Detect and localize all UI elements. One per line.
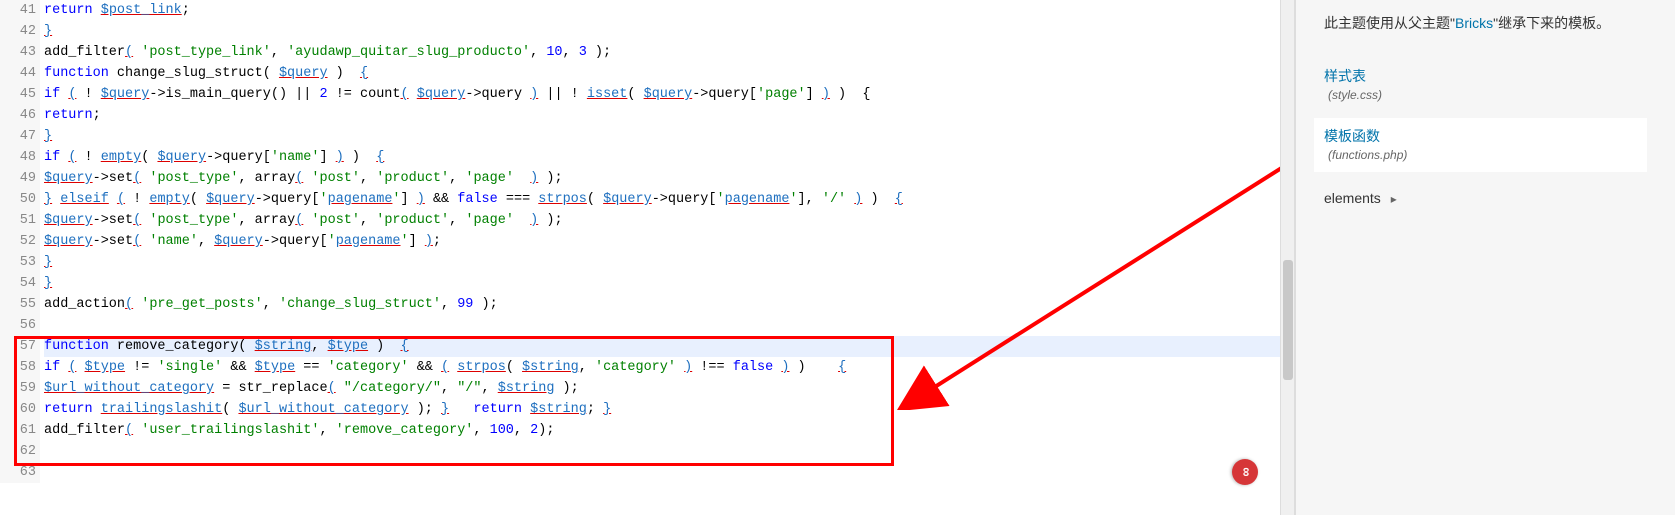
- line-number: 52: [0, 231, 36, 252]
- line-number: 41: [0, 0, 36, 21]
- parent-theme-link[interactable]: Bricks: [1455, 15, 1493, 31]
- code-line[interactable]: function change_slug_struct( $query ) {: [44, 63, 1294, 84]
- code-line[interactable]: } elseif ( ! empty( $query->query['pagen…: [44, 189, 1294, 210]
- code-line[interactable]: if ( ! $query->is_main_query() || 2 != c…: [44, 84, 1294, 105]
- line-number: 63: [0, 462, 36, 483]
- code-line[interactable]: add_filter( 'user_trailingslashit', 'rem…: [44, 420, 1294, 441]
- line-number: 50: [0, 189, 36, 210]
- code-line[interactable]: [44, 462, 1294, 483]
- code-line[interactable]: if ( $type != 'single' && $type == 'cate…: [44, 357, 1294, 378]
- line-number: 51: [0, 210, 36, 231]
- line-number: 49: [0, 168, 36, 189]
- line-number: 47: [0, 126, 36, 147]
- line-number: 53: [0, 252, 36, 273]
- line-number: 60: [0, 399, 36, 420]
- line-number: 57: [0, 336, 36, 357]
- code-line[interactable]: return trailingslashit( $url_without_cat…: [44, 399, 1294, 420]
- code-line[interactable]: }: [44, 273, 1294, 294]
- sidebar-item-functions[interactable]: 模板函数 (functions.php): [1314, 118, 1647, 172]
- line-number: 59: [0, 378, 36, 399]
- code-line[interactable]: add_action( 'pre_get_posts', 'change_slu…: [44, 294, 1294, 315]
- line-number: 56: [0, 315, 36, 336]
- line-number: 62: [0, 441, 36, 462]
- code-line[interactable]: return;: [44, 105, 1294, 126]
- code-line[interactable]: if ( ! empty( $query->query['name'] ) ) …: [44, 147, 1294, 168]
- line-number: 61: [0, 420, 36, 441]
- code-line[interactable]: function remove_category( $string, $type…: [44, 336, 1294, 357]
- line-number: 48: [0, 147, 36, 168]
- code-line[interactable]: $query->set( 'post_type', array( 'post',…: [44, 168, 1294, 189]
- theme-files-sidebar: 此主题使用从父主题"Bricks"继承下来的模板。 样式表 (style.css…: [1295, 0, 1675, 515]
- code-line[interactable]: add_filter( 'post_type_link', 'ayudawp_q…: [44, 42, 1294, 63]
- line-number-gutter: 4142434445464748495051525354555657585960…: [0, 0, 40, 483]
- sidebar-item-stylesheet[interactable]: 样式表 (style.css): [1324, 58, 1647, 112]
- editor-vertical-scrollbar[interactable]: [1280, 0, 1294, 515]
- code-line[interactable]: $query->set( 'post_type', array( 'post',…: [44, 210, 1294, 231]
- chevron-right-icon: ▸: [1391, 192, 1397, 206]
- sidebar-item-title: 样式表: [1324, 66, 1647, 86]
- code-line[interactable]: [44, 315, 1294, 336]
- code-editor-pane[interactable]: 4142434445464748495051525354555657585960…: [0, 0, 1295, 515]
- line-number: 58: [0, 357, 36, 378]
- line-number: 54: [0, 273, 36, 294]
- theme-description: 此主题使用从父主题"Bricks"继承下来的模板。: [1324, 12, 1647, 36]
- code-line[interactable]: return $post_link;: [44, 0, 1294, 21]
- elements-label: elements: [1324, 190, 1381, 206]
- infinity-icon[interactable]: ∞: [1232, 459, 1258, 485]
- code-line[interactable]: }: [44, 252, 1294, 273]
- sidebar-item-title: 模板函数: [1324, 126, 1637, 146]
- code-line[interactable]: $query->set( 'name', $query->query['page…: [44, 231, 1294, 252]
- line-number: 45: [0, 84, 36, 105]
- scrollbar-thumb[interactable]: [1283, 260, 1293, 380]
- code-line[interactable]: }: [44, 21, 1294, 42]
- sidebar-item-elements[interactable]: elements ▸: [1324, 190, 1647, 206]
- sidebar-item-meta: (style.css): [1328, 88, 1647, 102]
- code-content[interactable]: return $post_link;}add_filter( 'post_typ…: [44, 0, 1294, 483]
- code-line[interactable]: [44, 441, 1294, 462]
- line-number: 43: [0, 42, 36, 63]
- line-number: 44: [0, 63, 36, 84]
- line-number: 46: [0, 105, 36, 126]
- code-line[interactable]: $url_without_category = str_replace( "/c…: [44, 378, 1294, 399]
- sidebar-item-meta: (functions.php): [1328, 148, 1637, 162]
- code-line[interactable]: }: [44, 126, 1294, 147]
- line-number: 55: [0, 294, 36, 315]
- line-number: 42: [0, 21, 36, 42]
